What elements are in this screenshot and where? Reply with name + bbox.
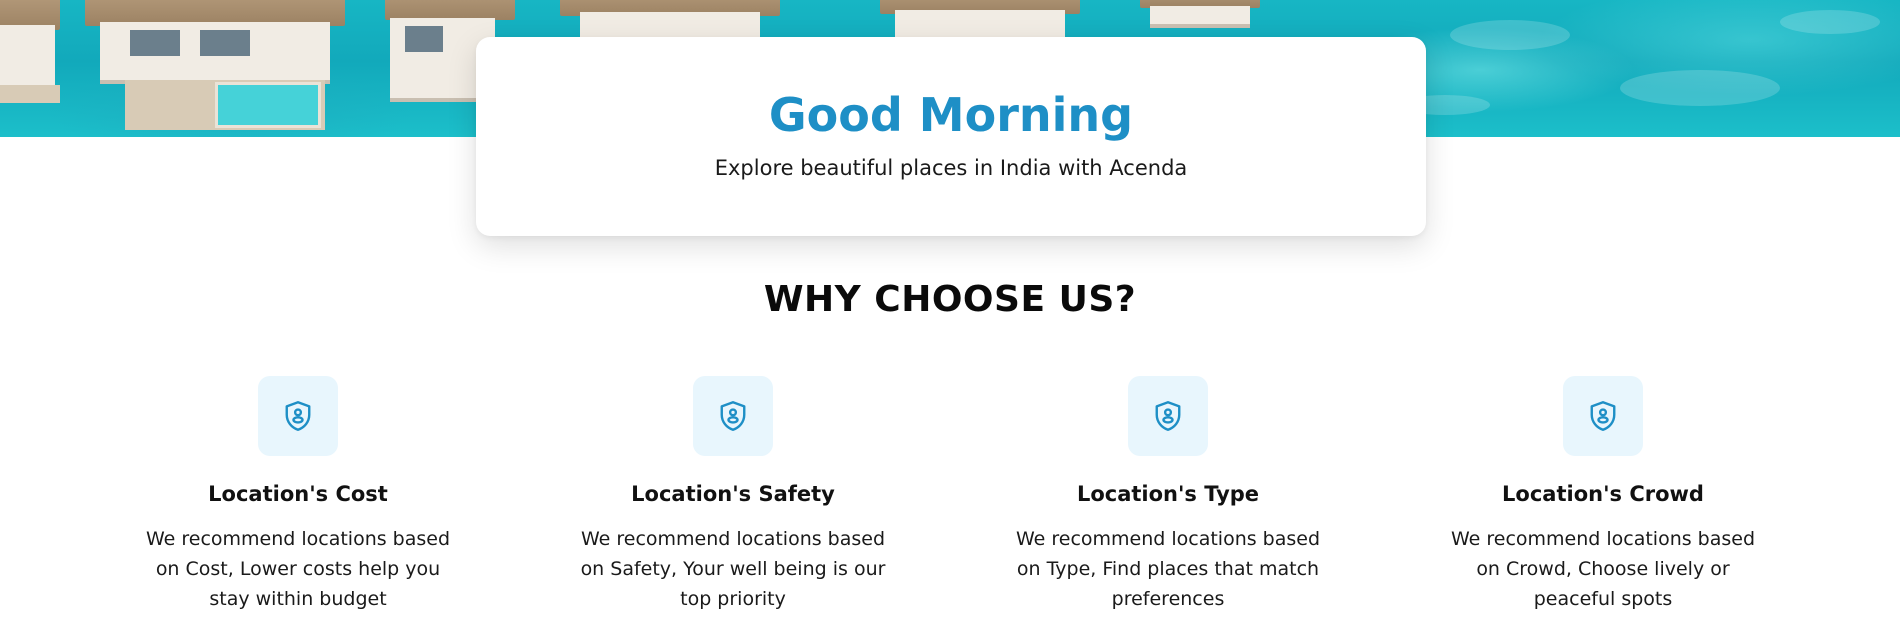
feature-description: We recommend locations based on Cost, Lo… <box>145 528 451 610</box>
shield-user-icon <box>1128 376 1208 456</box>
shield-user-icon <box>258 376 338 456</box>
why-choose-us-title: WHY CHOOSE US? <box>763 279 1137 320</box>
shield-user-icon <box>693 376 773 456</box>
greeting-card: Good Morning Explore beautiful places in… <box>476 37 1426 236</box>
feature-description: We recommend locations based on Safety, … <box>580 528 886 610</box>
feature-description: We recommend locations based on Type, Fi… <box>1015 528 1321 610</box>
feature-description: We recommend locations based on Crowd, C… <box>1450 528 1756 610</box>
feature-title: Location's Type <box>1076 482 1260 506</box>
feature-title: Location's Safety <box>631 482 835 506</box>
feature-title: Location's Crowd <box>1502 482 1704 506</box>
greeting-subtitle: Explore beautiful places in India with A… <box>714 156 1188 180</box>
greeting-title: Good Morning <box>768 88 1134 142</box>
feature-title: Location's Cost <box>208 482 388 506</box>
shield-user-icon <box>1563 376 1643 456</box>
